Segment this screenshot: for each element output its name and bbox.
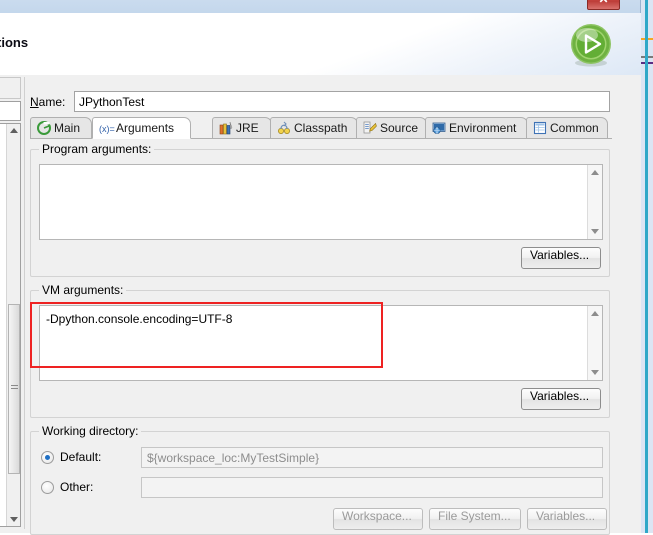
jre-books-icon	[219, 121, 233, 135]
name-label: Name:	[30, 95, 66, 109]
dialog-body: Name: Main	[0, 75, 641, 535]
tab-environment-label: Environment	[449, 121, 517, 135]
environment-icon	[432, 121, 446, 135]
tab-jre-label: JRE	[236, 121, 259, 135]
scroll-down-icon[interactable]	[10, 517, 18, 522]
source-pencil-icon	[363, 121, 377, 135]
vm-arguments-textarea[interactable]: -Dpython.console.encoding=UTF-8	[39, 305, 603, 381]
tree-scrollbar-thumb[interactable]	[8, 304, 20, 474]
vm-arguments-scrollbar[interactable]	[587, 306, 602, 380]
default-radio-label: Default:	[60, 450, 102, 464]
other-radio-label: Other:	[60, 480, 94, 494]
file-system-button[interactable]: File System...	[429, 508, 521, 530]
svg-text:(x)=: (x)=	[99, 124, 115, 134]
program-arguments-group: Program arguments: Variables...	[30, 142, 610, 277]
configurations-tree[interactable]	[0, 123, 21, 527]
run-play-icon	[571, 24, 611, 67]
name-row: Name:	[30, 91, 610, 113]
working-directory-label: Working directory:	[39, 424, 142, 438]
run-configurations-dialog: ✕ nfigurations	[0, 0, 641, 535]
launch-configurations-tree-panel	[0, 77, 23, 529]
classpath-icon	[277, 121, 291, 135]
working-directory-other-row[interactable]: Other:	[41, 480, 93, 494]
tab-classpath[interactable]: Classpath	[270, 117, 358, 138]
tree-toolbar[interactable]	[0, 77, 21, 99]
scroll-up-icon[interactable]	[10, 128, 18, 133]
vm-arguments-label: VM arguments:	[39, 283, 127, 297]
tab-source-label: Source	[380, 121, 419, 135]
tab-main-label: Main	[54, 121, 81, 135]
tab-common-label: Common	[550, 121, 599, 135]
vm-arguments-group: VM arguments: -Dpython.console.encoding=…	[30, 283, 610, 418]
program-arguments-label: Program arguments:	[39, 142, 155, 156]
tab-jre[interactable]: JRE	[212, 117, 272, 138]
working-directory-group: Working directory: Default: ${workspace_…	[30, 424, 610, 535]
scroll-down-icon[interactable]	[591, 229, 599, 234]
working-directory-default-input: ${workspace_loc:MyTestSimple}	[141, 447, 603, 468]
vm-arguments-value: -Dpython.console.encoding=UTF-8	[46, 312, 233, 326]
default-radio[interactable]	[41, 450, 54, 464]
scroll-down-icon[interactable]	[591, 370, 599, 375]
name-input[interactable]	[74, 91, 610, 112]
scrollbar-grip-icon	[11, 385, 18, 391]
dialog-header: nfigurations	[0, 13, 641, 76]
configuration-tabs: Main (x)= Arguments JRE Classpath Source…	[30, 117, 612, 139]
filter-input[interactable]	[0, 101, 21, 121]
working-directory-other-input[interactable]	[141, 477, 603, 498]
common-table-icon	[533, 121, 547, 135]
tab-classpath-label: Classpath	[294, 121, 348, 135]
scroll-up-icon[interactable]	[591, 311, 599, 316]
tab-main[interactable]: Main	[30, 117, 92, 138]
scroll-up-icon[interactable]	[591, 170, 599, 175]
program-arguments-textarea[interactable]	[39, 164, 603, 240]
vm-arguments-variables-button[interactable]: Variables...	[521, 388, 601, 410]
tree-vertical-scrollbar[interactable]	[6, 124, 20, 526]
working-directory-variables-button[interactable]: Variables...	[527, 508, 607, 530]
workspace-button[interactable]: Workspace...	[333, 508, 423, 530]
tab-common[interactable]: Common	[526, 117, 608, 138]
tab-environment[interactable]: Environment	[425, 117, 528, 138]
dialog-title-bar	[0, 0, 640, 13]
program-arguments-variables-button[interactable]: Variables...	[521, 247, 601, 269]
tab-arguments[interactable]: (x)= Arguments	[92, 117, 191, 139]
program-arguments-scrollbar[interactable]	[587, 165, 602, 239]
background-window-border	[645, 0, 648, 533]
configuration-editor-panel: Name: Main	[24, 77, 614, 535]
main-launch-icon	[37, 121, 51, 135]
close-icon[interactable]: ✕	[587, 0, 620, 10]
tab-source[interactable]: Source	[356, 117, 427, 138]
tab-arguments-label: Arguments	[116, 121, 175, 135]
working-directory-default-row[interactable]: Default:	[41, 450, 101, 464]
page-title: nfigurations	[0, 35, 29, 50]
arguments-icon: (x)=	[99, 121, 115, 135]
other-radio[interactable]	[41, 480, 54, 494]
